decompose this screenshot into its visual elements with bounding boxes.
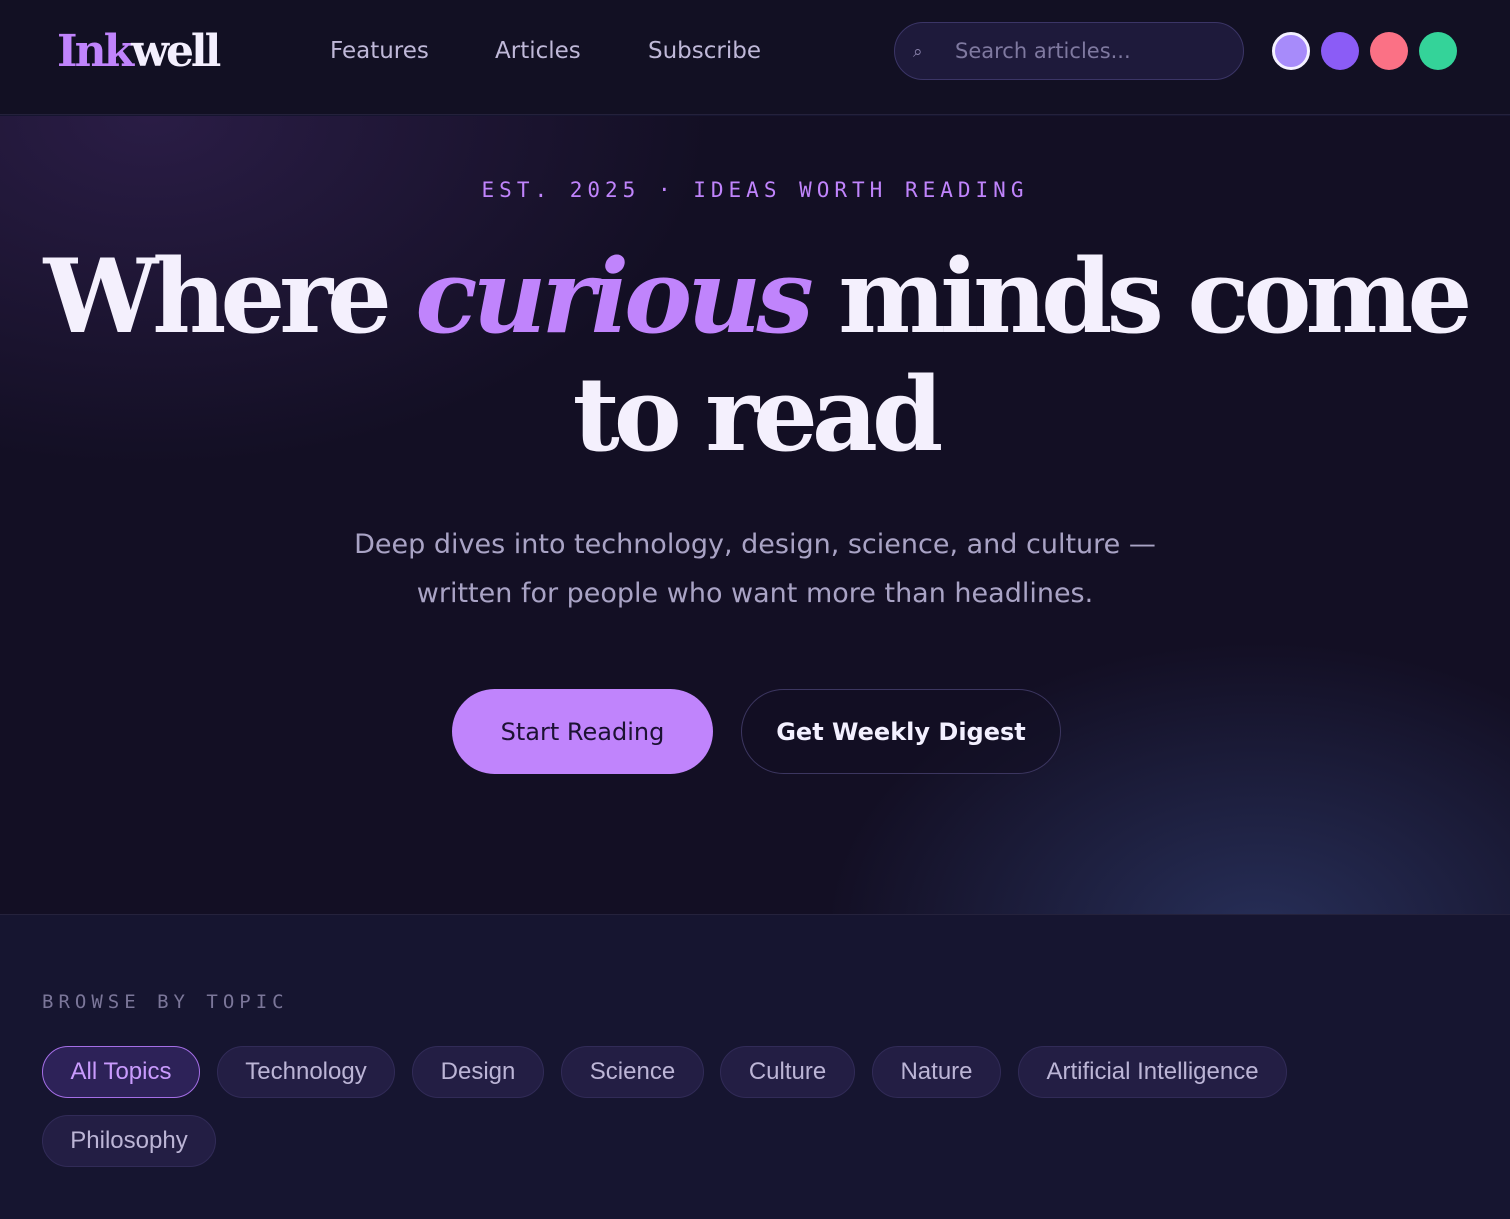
search-icon: ⌕ — [913, 42, 923, 62]
theme-swatch-lavender[interactable] — [1272, 32, 1310, 70]
hero-subline-1: Deep dives into technology, design, scie… — [354, 529, 1156, 560]
topic-pill-all-topics[interactable]: All Topics — [42, 1046, 200, 1098]
topic-pill-artificial-intelligence[interactable]: Artificial Intelligence — [1018, 1046, 1287, 1098]
topic-pill-philosophy[interactable]: Philosophy — [42, 1115, 216, 1167]
weekly-digest-button[interactable]: Get Weekly Digest — [741, 689, 1061, 774]
brand-logo-part-1: Ink — [57, 26, 134, 77]
theme-swatch-green[interactable] — [1419, 32, 1457, 70]
start-reading-button[interactable]: Start Reading — [452, 689, 713, 774]
hero-section: EST. 2025 · IDEAS WORTH READING Where cu… — [0, 116, 1510, 915]
topics-label: BROWSE BY TOPIC — [42, 991, 289, 1013]
nav-link-subscribe[interactable]: Subscribe — [648, 35, 761, 67]
search-input[interactable] — [955, 23, 1235, 79]
theme-swatch-coral[interactable] — [1370, 32, 1408, 70]
hero-subline-2: written for people who want more than he… — [416, 578, 1094, 609]
hero-eyebrow: EST. 2025 · IDEAS WORTH READING — [481, 178, 1029, 202]
topic-pill-nature[interactable]: Nature — [872, 1046, 1001, 1098]
theme-swatch-violet[interactable] — [1321, 32, 1359, 70]
topic-pill-design[interactable]: Design — [412, 1046, 544, 1098]
nav-link-features[interactable]: Features — [330, 35, 429, 67]
search-box: ⌕ — [894, 22, 1244, 80]
brand-logo[interactable]: Inkwell — [57, 26, 221, 78]
topic-pill-science[interactable]: Science — [561, 1046, 704, 1098]
topic-pill-technology[interactable]: Technology — [217, 1046, 395, 1098]
nav-link-articles[interactable]: Articles — [495, 35, 581, 67]
brand-logo-part-2: well — [131, 26, 221, 77]
hero-headline: Where curious minds come to read — [0, 238, 1510, 474]
topic-pill-culture[interactable]: Culture — [720, 1046, 855, 1098]
headline-start: Where — [43, 237, 416, 357]
top-nav: Inkwell Features Articles Subscribe ⌕ — [0, 0, 1510, 115]
headline-emphasis: curious — [415, 237, 813, 357]
